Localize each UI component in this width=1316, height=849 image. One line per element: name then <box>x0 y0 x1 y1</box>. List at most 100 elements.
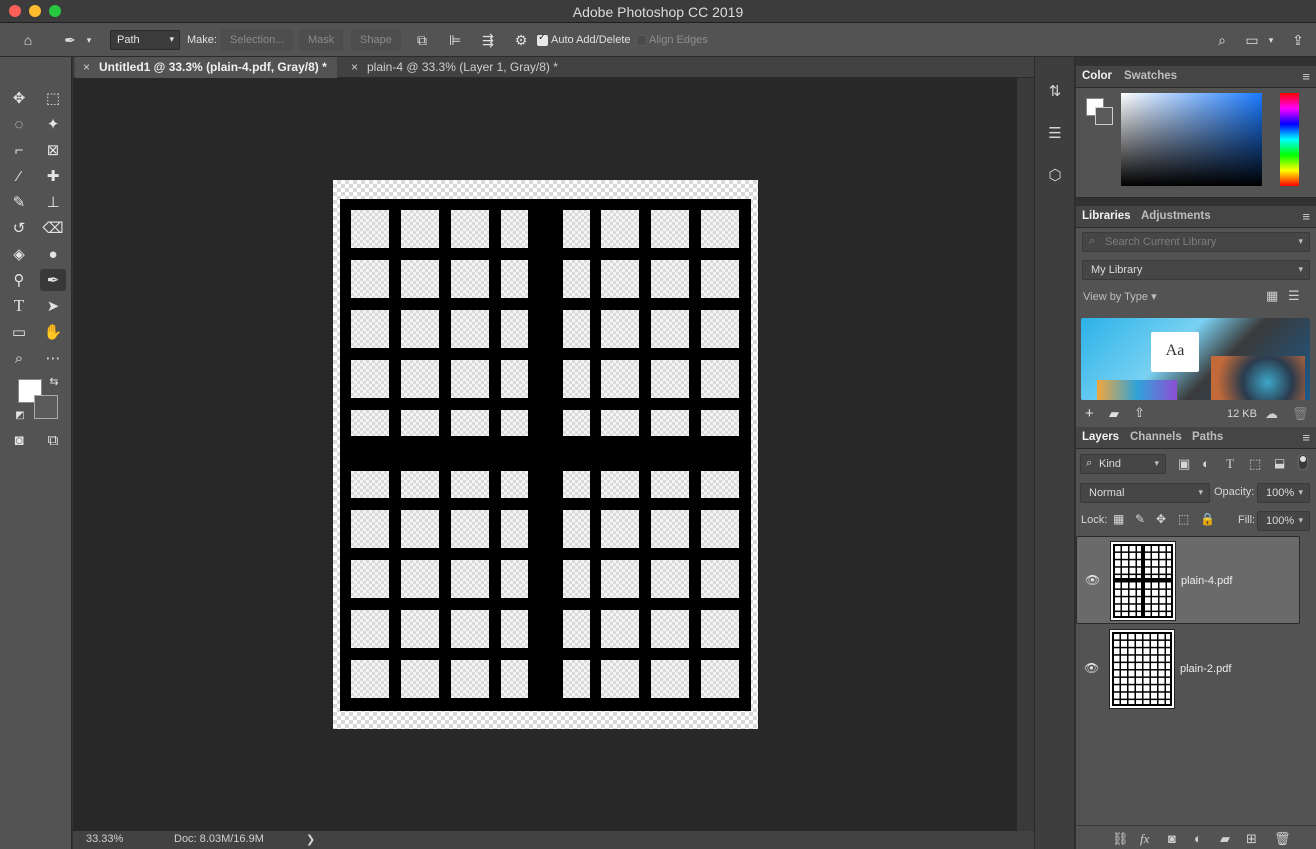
tab-untitled1[interactable]: × Untitled1 @ 33.3% (plain-4.pdf, Gray/8… <box>75 57 337 78</box>
path-alignment-icon[interactable]: ⊫ <box>445 31 465 49</box>
color-background-swatch[interactable] <box>1095 107 1113 125</box>
new-group-icon[interactable]: ▰ <box>1220 831 1230 847</box>
close-icon[interactable]: × <box>351 60 358 74</box>
adjustment-layer-icon[interactable]: ◐ <box>1194 831 1202 846</box>
gear-icon[interactable]: ⚙ <box>511 31 531 49</box>
fill-input[interactable]: 100% ▾ <box>1257 511 1310 531</box>
search-icon[interactable]: ⌕ <box>1212 31 1232 49</box>
eye-icon[interactable]: 👁 <box>1085 573 1100 587</box>
chevron-down-icon[interactable]: ▾ <box>1264 31 1278 49</box>
vertical-scrollbar[interactable] <box>1017 78 1034 831</box>
blend-mode-select[interactable]: Normal ▾ <box>1080 483 1210 503</box>
3d-cube-icon[interactable]: ⬡ <box>1043 163 1067 187</box>
swap-colors-icon[interactable]: ⇆ <box>44 373 64 389</box>
delete-layer-icon[interactable]: 🗑 <box>1274 831 1291 847</box>
lock-position-icon[interactable]: ✥ <box>1156 512 1166 526</box>
layer-filter-select[interactable]: ⌕ Kind ▾ <box>1080 454 1166 474</box>
new-layer-icon[interactable]: ⊞ <box>1246 831 1257 847</box>
layer-row-plain-2[interactable]: 👁 plain-2.pdf <box>1076 625 1300 713</box>
color-field[interactable] <box>1121 93 1262 186</box>
path-arrangement-icon[interactable]: ⇶ <box>478 31 498 49</box>
make-mask-button[interactable]: Mask <box>299 30 344 50</box>
clone-stamp-tool-icon[interactable]: ⊥ <box>40 191 66 213</box>
list-view-icon[interactable]: ☰ <box>1288 288 1300 304</box>
status-menu-arrow[interactable]: ❯ <box>306 833 315 846</box>
path-selection-tool-icon[interactable]: ➤ <box>40 295 66 317</box>
link-layers-icon[interactable]: ⛓ <box>1112 831 1129 847</box>
type-tool-icon[interactable]: T <box>6 295 32 317</box>
healing-brush-tool-icon[interactable]: ✚ <box>40 165 66 187</box>
folder-icon[interactable]: ▰ <box>1109 406 1119 422</box>
eyedropper-tool-icon[interactable]: ⁄ <box>6 165 32 187</box>
lock-transparent-pixels-icon[interactable]: ▦ <box>1113 512 1124 526</box>
close-icon[interactable]: × <box>83 60 90 74</box>
lock-image-pixels-icon[interactable]: ✎ <box>1135 512 1145 526</box>
lock-artboard-icon[interactable]: ⬚ <box>1178 512 1189 526</box>
panel-menu-icon[interactable]: ≡ <box>1302 430 1310 445</box>
tab-plain-4[interactable]: × plain-4 @ 33.3% (Layer 1, Gray/8) * <box>343 57 573 78</box>
history-brush-tool-icon[interactable]: ↺ <box>6 217 32 239</box>
zoom-level[interactable]: 33.33% <box>86 833 123 845</box>
layer-row-plain-4[interactable]: 👁 plain-4.pdf <box>1076 536 1300 624</box>
background-color-swatch[interactable] <box>34 395 58 419</box>
document-canvas[interactable] <box>333 180 758 729</box>
auto-add-delete-checkbox[interactable] <box>537 32 548 46</box>
brush-tool-icon[interactable]: ✎ <box>6 191 32 213</box>
magic-wand-tool-icon[interactable]: ✦ <box>40 113 66 135</box>
lock-all-icon[interactable]: 🔒 <box>1200 512 1215 526</box>
add-icon[interactable]: + <box>1085 405 1094 422</box>
chevron-down-icon[interactable]: ▾ <box>82 31 96 49</box>
lasso-tool-icon[interactable]: ◌ <box>6 113 32 135</box>
marquee-tool-icon[interactable]: ⬚ <box>40 87 66 109</box>
paint-bucket-tool-icon[interactable]: ◈ <box>6 243 32 265</box>
rectangle-tool-icon[interactable]: ▭ <box>6 321 32 343</box>
view-by-type-select[interactable]: View by Type ▾ <box>1083 290 1157 303</box>
trash-icon[interactable]: 🗑 <box>1292 406 1309 422</box>
cloud-sync-icon[interactable]: ☁ <box>1265 406 1278 422</box>
default-colors-icon[interactable]: ◩ <box>12 407 28 423</box>
panel-menu-icon[interactable]: ≡ <box>1302 69 1310 84</box>
filter-toggle[interactable] <box>1298 454 1308 470</box>
tab-swatches[interactable]: Swatches <box>1124 70 1177 82</box>
crop-tool-icon[interactable]: ⌐ <box>6 139 32 161</box>
pixel-filter-icon[interactable]: ▣ <box>1178 456 1190 472</box>
smart-object-filter-icon[interactable]: ⬓ <box>1274 456 1285 470</box>
panel-menu-icon[interactable]: ≡ <box>1302 209 1310 224</box>
path-operations-icon[interactable]: ⧉ <box>412 31 432 49</box>
tab-layers[interactable]: Layers <box>1082 431 1119 443</box>
quick-mask-icon[interactable]: ◙ <box>6 429 32 451</box>
hand-tool-icon[interactable]: ✋ <box>40 321 66 343</box>
layer-name[interactable]: plain-4.pdf <box>1181 575 1232 587</box>
home-icon[interactable]: ⌂ <box>18 31 38 49</box>
type-filter-icon[interactable]: T <box>1226 456 1234 472</box>
layer-name[interactable]: plain-2.pdf <box>1180 663 1231 675</box>
opacity-input[interactable]: 100% ▾ <box>1257 483 1310 503</box>
zoom-tool-icon[interactable]: ⌕ <box>6 347 32 369</box>
adjustment-filter-icon[interactable]: ◐ <box>1202 456 1210 471</box>
share-icon[interactable]: ⇪ <box>1288 31 1308 49</box>
history-icon[interactable]: ⇅ <box>1043 79 1067 103</box>
tab-libraries[interactable]: Libraries <box>1082 210 1131 222</box>
library-select[interactable]: My Library ▾ <box>1082 260 1310 280</box>
tab-channels[interactable]: Channels <box>1130 431 1182 443</box>
align-edges-checkbox[interactable] <box>636 35 647 46</box>
eye-icon[interactable]: 👁 <box>1084 661 1099 675</box>
frame-tool-icon[interactable]: ⊠ <box>40 139 66 161</box>
shape-filter-icon[interactable]: ⬚ <box>1249 456 1261 472</box>
dodge-tool-icon[interactable]: ⚲ <box>6 269 32 291</box>
grid-view-icon[interactable]: ▦ <box>1266 288 1278 304</box>
properties-icon[interactable]: ☰ <box>1043 121 1067 145</box>
tab-color[interactable]: Color <box>1082 70 1112 82</box>
upload-icon[interactable]: ⇧ <box>1134 405 1145 421</box>
screen-mode-icon[interactable]: ⧉ <box>40 429 66 451</box>
pen-mode-select[interactable]: Path ▾ <box>110 30 180 50</box>
library-search-input[interactable]: ⌕ Search Current Library ▾ <box>1082 232 1310 252</box>
move-tool-icon[interactable]: ✥ <box>6 87 32 109</box>
hue-slider[interactable] <box>1280 93 1299 186</box>
pen-tool-icon[interactable]: ✒ <box>40 269 66 291</box>
more-tools-icon[interactable]: ⋯ <box>40 347 66 369</box>
workspace-icon[interactable]: ▭ <box>1242 31 1262 49</box>
fx-icon[interactable]: fx <box>1140 831 1149 847</box>
blur-tool-icon[interactable]: ● <box>40 243 66 265</box>
eraser-tool-icon[interactable]: ⌫ <box>40 217 66 239</box>
